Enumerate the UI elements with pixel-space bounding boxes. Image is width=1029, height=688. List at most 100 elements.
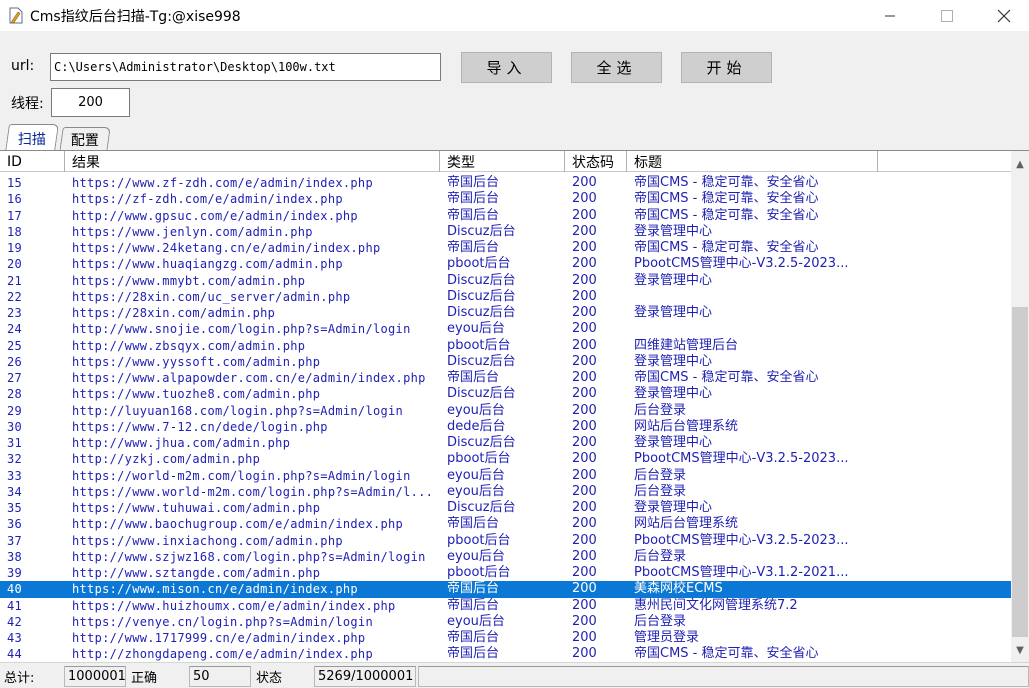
cell-title: 登录管理中心 (634, 386, 713, 402)
table-row[interactable]: 27 https://www.alpapowder.com.cn/e/admin/… (0, 370, 1011, 386)
table-row[interactable]: 26 https://www.yyssoft.com/admin.php Discu… (0, 354, 1011, 370)
table-row[interactable]: 29 http://luyuan168.com/login.php?s=Admin… (0, 403, 1011, 419)
cell-type: Discuz后台 (447, 305, 516, 320)
column-header-status-code[interactable]: 状态码 (565, 151, 627, 172)
scroll-down-arrow-icon[interactable]: ▼ (1011, 641, 1029, 659)
table-row[interactable]: 20 https://www.huaqiangzg.com/admin.php pb… (0, 256, 1011, 272)
table-row[interactable]: 17 http://www.gpsuc.com/e/admin/index.php… (0, 208, 1011, 224)
threads-input[interactable]: 200 (51, 88, 130, 117)
tab-scan[interactable]: 扫描 (5, 124, 59, 152)
cell-result-url: https://28xin.com/uc_server/admin.php (72, 289, 351, 304)
table-row[interactable]: 21 https://www.mmybt.com/admin.php Discuz后… (0, 273, 1011, 289)
cell-type: 帝国后台 (447, 581, 500, 597)
close-button[interactable] (981, 0, 1027, 31)
status-bar: 总计: 1000001 正确 50 状态 5269/1000001 (0, 662, 1029, 688)
table-row[interactable]: 16 https://zf-zdh.com/e/admin/index.php 帝国… (0, 191, 1011, 207)
table-row[interactable]: 25 http://www.zbsqyx.com/admin.php pboot后台… (0, 338, 1011, 354)
table-row[interactable]: 19 https://www.24ketang.cn/e/admin/index.… (0, 240, 1011, 256)
cell-result-url: http://www.jhua.com/admin.php (72, 436, 291, 450)
cell-status-code: 200 (572, 402, 597, 418)
maximize-button[interactable] (924, 0, 970, 31)
table-row[interactable]: 43 http://www.1717999.cn/e/admin/index.ph… (0, 630, 1011, 646)
table-row[interactable]: 42 https://venye.cn/login.php?s=Admin/log… (0, 614, 1011, 630)
cell-result-url: https://www.alpapowder.com.cn/e/admin/in… (72, 371, 426, 385)
cell-status-code: 200 (572, 370, 597, 385)
cell-status-code: 200 (572, 630, 597, 645)
cell-id: 16 (7, 192, 23, 207)
table-row[interactable]: 44 http://zhongdapeng.com/e/admin/index.p… (0, 646, 1011, 662)
column-header-title[interactable]: 标题 (627, 151, 878, 172)
cell-id: 29 (7, 403, 23, 418)
cell-id: 35 (7, 501, 23, 515)
table-row[interactable]: 35 https://www.tuhuwai.com/admin.php Discu… (0, 500, 1011, 516)
scroll-up-arrow-icon[interactable]: ▲ (1011, 155, 1029, 173)
import-button[interactable]: 导入 (461, 52, 552, 83)
table-row[interactable]: 24 http://www.snojie.com/login.php?s=Admi… (0, 321, 1011, 337)
cell-type: Discuz后台 (447, 386, 516, 402)
table-row[interactable]: 30 https://www.7-12.cn/dede/login.php dede… (0, 419, 1011, 435)
cell-type: eyou后台 (447, 613, 505, 629)
column-header-id[interactable]: ID (0, 151, 65, 172)
table-row[interactable]: 34 https://www.world-m2m.com/login.php?s=… (0, 484, 1011, 500)
cell-title: 登录管理中心 (634, 305, 713, 320)
column-header-type[interactable]: 类型 (440, 151, 565, 172)
cell-type: dede后台 (447, 418, 506, 434)
table-row[interactable]: 39 http://www.sztangde.com/admin.php pboot… (0, 565, 1011, 581)
scrollbar-thumb[interactable] (1012, 307, 1028, 637)
cell-id: 17 (7, 208, 23, 223)
cell-status-code: 200 (572, 175, 597, 190)
cell-id: 41 (7, 598, 23, 613)
cell-id: 23 (7, 306, 23, 320)
cell-result-url: http://www.snojie.com/login.php?s=Admin/… (72, 322, 411, 337)
select-all-button[interactable]: 全选 (571, 52, 662, 83)
cell-id: 39 (7, 566, 23, 580)
table-row[interactable]: 40 https://www.mison.cn/e/admin/index.php… (0, 581, 1011, 598)
table-row[interactable]: 32 http://yzkj.com/admin.php pboot后台 200 Pbo… (0, 451, 1011, 467)
cell-status-code: 200 (572, 288, 597, 304)
results-table[interactable]: ID 结果 类型 状态码 标题 15 https://www.zf-zdh.com… (0, 151, 1011, 662)
table-row[interactable]: 28 https://www.tuozhe8.com/admin.php Discu… (0, 386, 1011, 402)
tab-config[interactable]: 配置 (59, 127, 111, 152)
cell-title: 惠州民间文化网管理系统7.2 (634, 597, 798, 613)
start-button[interactable]: 开始 (681, 52, 772, 83)
minimize-button[interactable] (867, 0, 913, 31)
cell-status-code: 200 (572, 256, 597, 272)
cell-type: 帝国后台 (447, 597, 500, 613)
cell-result-url: http://www.sztangde.com/admin.php (72, 566, 321, 580)
table-row[interactable]: 15 https://www.zf-zdh.com/e/admin/index.p… (0, 175, 1011, 191)
column-header-result[interactable]: 结果 (65, 151, 440, 172)
cell-type: 帝国后台 (447, 370, 500, 385)
table-row[interactable]: 36 http://www.baochugroup.com/e/admin/ind… (0, 516, 1011, 532)
cell-title: 帝国CMS - 稳定可靠、安全省心 (634, 370, 819, 385)
cell-status-code: 200 (572, 451, 597, 467)
table-row[interactable]: 23 https://28xin.com/admin.php Discuz后台 200… (0, 305, 1011, 321)
cell-result-url: https://venye.cn/login.php?s=Admin/login (72, 614, 373, 629)
cell-status-code: 200 (572, 418, 597, 434)
cell-status-code: 200 (572, 191, 597, 207)
close-icon (997, 9, 1011, 22)
tab-config-label: 配置 (70, 133, 99, 149)
cell-title: 帝国CMS - 稳定可靠、安全省心 (634, 646, 819, 662)
cell-type: Discuz后台 (447, 353, 516, 369)
cell-id: 19 (7, 241, 23, 255)
cell-result-url: https://www.7-12.cn/dede/login.php (72, 419, 328, 434)
vertical-scrollbar[interactable]: ▲ ▼ (1011, 151, 1029, 662)
table-row[interactable]: 33 https://world-m2m.com/login.php?s=Admi… (0, 468, 1011, 484)
cell-title: 四维建站管理后台 (634, 337, 739, 353)
cell-type: pboot后台 (447, 337, 511, 353)
cell-id: 44 (7, 647, 23, 662)
table-row[interactable]: 38 http://www.szjwz168.com/login.php?s=Ad… (0, 549, 1011, 565)
table-row[interactable]: 18 https://www.jenlyn.com/admin.php Discuz… (0, 224, 1011, 240)
table-row[interactable]: 41 https://www.huizhoumx.com/e/admin/inde… (0, 598, 1011, 614)
table-row[interactable]: 31 http://www.jhua.com/admin.php Discuz后台 2… (0, 435, 1011, 451)
cell-result-url: https://www.yyssoft.com/admin.php (72, 354, 321, 369)
cell-id: 26 (7, 354, 23, 369)
cell-type: pboot后台 (447, 565, 511, 580)
table-row[interactable]: 37 https://www.inxiachong.com/admin.php pb… (0, 533, 1011, 549)
cell-result-url: http://luyuan168.com/login.php?s=Admin/l… (72, 403, 404, 418)
table-header: ID 结果 类型 状态码 标题 (0, 151, 1011, 172)
cell-result-url: https://zf-zdh.com/e/admin/index.php (72, 192, 343, 207)
table-row[interactable]: 22 https://28xin.com/uc_server/admin.php D… (0, 289, 1011, 305)
cell-type: Discuz后台 (447, 435, 516, 450)
url-input[interactable]: C:\Users\Administrator\Desktop\100w.txt (50, 53, 441, 81)
